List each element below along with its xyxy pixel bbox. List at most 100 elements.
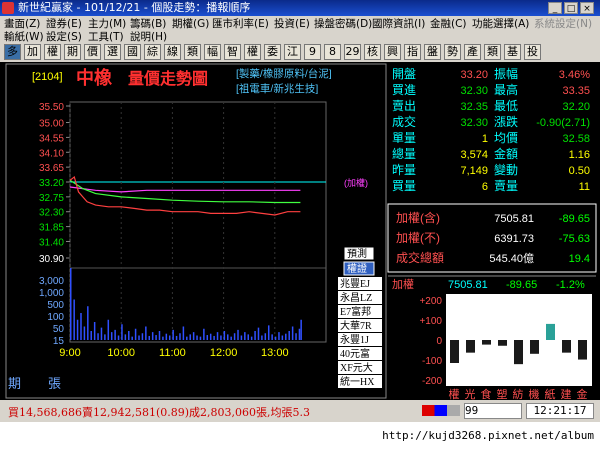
menu-functions[interactable]: 功能選擇(A) (472, 16, 529, 31)
volume-bar (199, 336, 202, 340)
main-panel: [2104] 中橡 量價走勢圖 [製藥/橡膠原料/台泥] [祖電車/新兆生技] … (0, 62, 600, 400)
toolbar-button-15[interactable]: 9 (304, 44, 321, 60)
volume-bar (203, 328, 205, 340)
sector-tick: -200 (422, 376, 442, 387)
menu-system-settings[interactable]: 系統設定(N) (534, 16, 592, 31)
menu-options[interactable]: 期權(G) (172, 16, 209, 31)
sector-bar (450, 340, 459, 363)
clock: 12:21:17 (526, 403, 594, 419)
signal-bar (422, 405, 460, 416)
toolbar-button-18[interactable]: 核 (364, 44, 381, 60)
close-button[interactable]: × (580, 2, 594, 14)
stock-tags-2[interactable]: [祖電車/新兆生技] (236, 82, 318, 95)
maximize-button[interactable]: □ (564, 2, 578, 14)
tab-warrant-label: 權證 (347, 262, 367, 275)
quote-label: 單量 (392, 131, 416, 145)
volume-bar (295, 333, 297, 340)
toolbar-button-0[interactable]: 多 (4, 44, 21, 60)
volume-bar (220, 335, 222, 340)
index-summary-value: 7505.81 (448, 279, 488, 291)
price-tick: 30.90 (39, 254, 64, 265)
stock-code: [2104] (32, 71, 63, 83)
index-summary-pct: -1.2% (556, 279, 585, 291)
index-value: 7505.81 (494, 213, 534, 225)
toolbar-button-16[interactable]: 8 (324, 44, 341, 60)
app-icon (2, 2, 14, 14)
volume-bar (165, 333, 168, 340)
toolbar-button-14[interactable]: 江 (284, 44, 301, 60)
quote-value: 32.58 (562, 133, 590, 145)
toolbar-button-8[interactable]: 線 (164, 44, 181, 60)
stock-tags-1[interactable]: [製藥/橡膠原料/台泥] (236, 67, 332, 80)
volume-bar (155, 335, 157, 340)
minimize-button[interactable]: _ (548, 2, 562, 14)
menu-finance[interactable]: 金融(C) (430, 16, 467, 31)
toolbar-button-12[interactable]: 權 (244, 44, 261, 60)
toolbar-button-7[interactable]: 綜 (144, 44, 161, 60)
menu-trading-code[interactable]: 操盤密碼(D) (314, 16, 372, 31)
toolbar-button-4[interactable]: 價 (84, 44, 101, 60)
toolbar-button-25[interactable]: 基 (504, 44, 521, 60)
menu-bar: 畫面(Z) 證券(E) 主力(M) 籌碼(B) 期權(G) 匯市利率(E) 投資… (0, 16, 600, 43)
volume-bar (237, 329, 239, 340)
toolbar-button-24[interactable]: 類 (484, 44, 501, 60)
menu-international[interactable]: 國際資訊(I) (372, 16, 425, 31)
price-tick: 35.50 (39, 102, 64, 113)
volume-bar (264, 333, 267, 340)
toolbar-button-5[interactable]: 選 (104, 44, 121, 60)
page-indicator[interactable]: 99 (464, 403, 522, 419)
sector-bar (498, 340, 507, 346)
volume-bar (117, 335, 120, 340)
toolbar-button-26[interactable]: 投 (524, 44, 541, 60)
menu-investment[interactable]: 投資(E) (274, 16, 310, 31)
volume-bar (168, 335, 171, 340)
toolbar-button-3[interactable]: 期 (64, 44, 81, 60)
quote-value: 32.35 (460, 101, 488, 113)
index-label: 加權(不) (396, 231, 440, 245)
volume-bar (254, 331, 256, 340)
volume-tick: 100 (47, 312, 64, 323)
toolbar-button-6[interactable]: 國 (124, 44, 141, 60)
toolbar-button-1[interactable]: 加 (24, 44, 41, 60)
sector-label: 紡 (513, 387, 524, 400)
toolbar-button-22[interactable]: 勢 (444, 44, 461, 60)
volume-bar (100, 327, 103, 340)
quote-label: 昨量 (392, 163, 416, 177)
volume-bar (278, 332, 280, 340)
page-number: 99 (465, 404, 479, 417)
volume-bar (250, 336, 253, 340)
price-tick: 33.65 (39, 163, 64, 174)
volume-bar (288, 331, 290, 340)
price-tick: 32.75 (39, 193, 64, 204)
toolbar-button-11[interactable]: 智 (224, 44, 241, 60)
quote-label: 成交 (392, 114, 416, 129)
status-bar: 買14,568,686賣12,942,581(0.89)成2,803,060張,… (0, 400, 600, 422)
volume-bar (73, 299, 75, 340)
volume-bar (281, 335, 284, 340)
toolbar-button-23[interactable]: 產 (464, 44, 481, 60)
quote-value: 11 (579, 181, 590, 193)
quote-label: 買進 (392, 83, 416, 97)
toolbar-button-2[interactable]: 權 (44, 44, 61, 60)
toolbar-button-9[interactable]: 類 (184, 44, 201, 60)
toolbar-button-20[interactable]: 指 (404, 44, 421, 60)
quote-label: 最高 (494, 82, 518, 97)
toolbar-button-10[interactable]: 幅 (204, 44, 221, 60)
album-url: http://kujd3268.pixnet.net/album (382, 429, 594, 442)
quote-value: 1 (482, 133, 488, 145)
toolbar-button-19[interactable]: 興 (384, 44, 401, 60)
quote-value: 33.20 (460, 69, 488, 81)
toolbar-button-21[interactable]: 盤 (424, 44, 441, 60)
toolbar: 多加權期價選國綜線類幅智權委江 9 8 29 核興指盤勢產類基投 (0, 42, 600, 62)
sector-bar (514, 340, 523, 365)
price-tick: 32.30 (39, 208, 64, 219)
volume-bar (227, 334, 229, 340)
volume-bar (114, 329, 116, 340)
volume-bar (192, 332, 195, 340)
chart-area: [2104] 中橡 量價走勢圖 [製藥/橡膠原料/台泥] [祖電車/新兆生技] … (5, 63, 597, 400)
toolbar-button-13[interactable]: 委 (264, 44, 281, 60)
sector-bar (546, 323, 555, 340)
menu-forex-rates[interactable]: 匯市利率(E) (212, 16, 269, 31)
trade-summary: 買14,568,686賣12,942,581(0.89)成2,803,060張,… (8, 406, 311, 419)
toolbar-button-17[interactable]: 29 (344, 44, 361, 60)
